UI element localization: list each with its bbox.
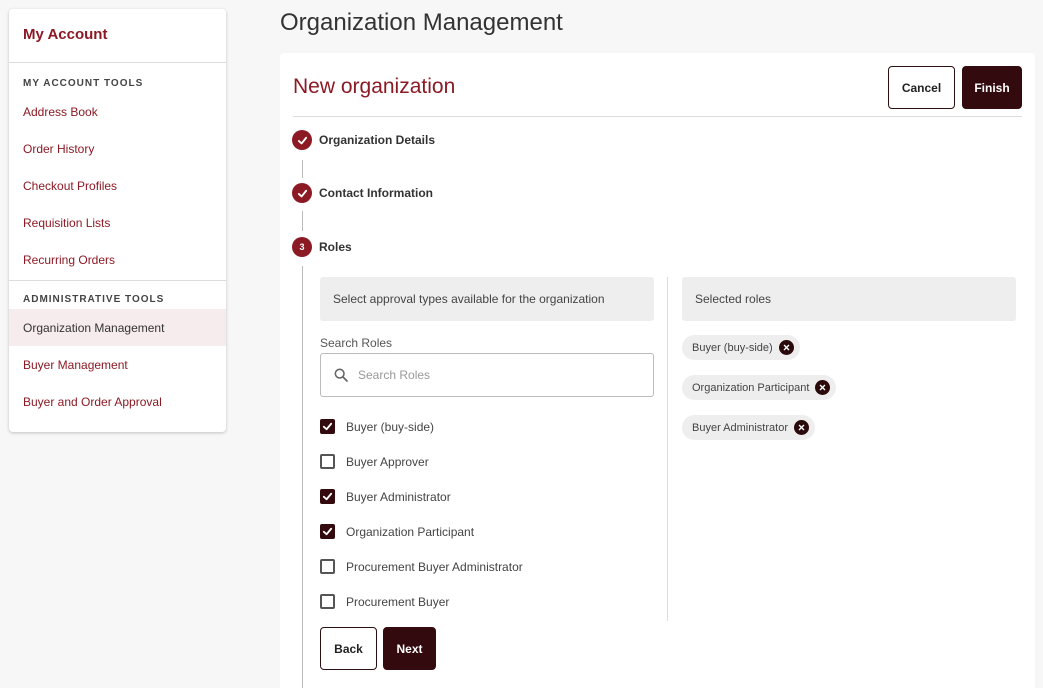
remove-chip-icon[interactable] xyxy=(815,380,831,395)
step-label: Roles xyxy=(319,240,352,254)
sidebar-item-address-book[interactable]: Address Book xyxy=(9,93,226,130)
check-icon xyxy=(322,527,333,536)
search-roles-label: Search Roles xyxy=(320,336,393,350)
step-connector xyxy=(302,160,303,178)
role-option-label: Procurement Buyer xyxy=(346,594,450,609)
sidebar-section-heading: MY ACCOUNT TOOLS xyxy=(23,77,144,89)
card-title: New organization xyxy=(293,75,456,98)
role-option-procurement-buyer[interactable]: Procurement Buyer xyxy=(320,594,449,609)
account-sidebar: My Account MY ACCOUNT TOOLS Address Book… xyxy=(9,9,226,432)
remove-chip-icon[interactable] xyxy=(778,340,794,355)
check-icon xyxy=(292,183,312,203)
role-option-buyer-administrator[interactable]: Buyer Administrator xyxy=(320,489,451,504)
checkbox[interactable] xyxy=(320,594,335,609)
search-roles-input[interactable] xyxy=(358,368,618,382)
selected-role-chip: Buyer Administrator xyxy=(682,415,815,440)
panel-divider xyxy=(667,277,668,621)
step-connector xyxy=(302,211,303,231)
search-roles-field[interactable] xyxy=(320,353,654,397)
check-icon xyxy=(322,492,333,501)
sidebar-item-order-history[interactable]: Order History xyxy=(9,130,226,167)
search-icon xyxy=(334,368,348,382)
checkbox[interactable] xyxy=(320,454,335,469)
checkbox[interactable] xyxy=(320,524,335,539)
checkbox[interactable] xyxy=(320,489,335,504)
sidebar-item-recurring-orders[interactable]: Recurring Orders xyxy=(9,241,226,278)
remove-chip-icon[interactable] xyxy=(793,420,809,435)
check-icon xyxy=(292,130,312,150)
chip-label: Organization Participant xyxy=(692,381,810,394)
checkbox[interactable] xyxy=(320,419,335,434)
step-label: Contact Information xyxy=(319,186,433,200)
sidebar-title[interactable]: My Account xyxy=(9,9,226,63)
role-option-label: Organization Participant xyxy=(346,524,475,539)
role-option-buyer-approver[interactable]: Buyer Approver xyxy=(320,454,429,469)
step-contact-information[interactable]: Contact Information xyxy=(292,183,433,203)
step-organization-details[interactable]: Organization Details xyxy=(292,130,435,150)
step-label: Organization Details xyxy=(319,133,436,147)
checkbox[interactable] xyxy=(320,559,335,574)
role-option-label: Procurement Buyer Administrator xyxy=(346,559,523,574)
selected-role-chip: Buyer (buy-side) xyxy=(682,335,800,360)
role-option-label: Buyer Approver xyxy=(346,454,429,469)
available-roles-header: Select approval types available for the … xyxy=(320,277,654,321)
chip-label: Buyer Administrator xyxy=(692,421,788,434)
page-title: Organization Management xyxy=(280,9,563,36)
sidebar-section-heading: ADMINISTRATIVE TOOLS xyxy=(23,293,165,305)
back-button[interactable]: Back xyxy=(320,627,377,670)
selected-roles-header: Selected roles xyxy=(682,277,1016,321)
cancel-button[interactable]: Cancel xyxy=(888,66,955,109)
sidebar-item-organization-management[interactable]: Organization Management xyxy=(9,309,226,346)
step-roles[interactable]: 3 Roles xyxy=(292,237,352,257)
step-connector xyxy=(302,266,303,688)
chip-label: Buyer (buy-side) xyxy=(692,341,773,354)
selected-role-chip: Organization Participant xyxy=(682,375,837,400)
role-option-label: Buyer (buy-side) xyxy=(346,419,435,434)
role-option-buyer-buy-side[interactable]: Buyer (buy-side) xyxy=(320,419,434,434)
sidebar-item-buyer-management[interactable]: Buyer Management xyxy=(9,346,226,383)
sidebar-item-requisition-lists[interactable]: Requisition Lists xyxy=(9,204,226,241)
sidebar-item-checkout-profiles[interactable]: Checkout Profiles xyxy=(9,167,226,204)
role-option-label: Buyer Administrator xyxy=(346,489,451,504)
finish-button[interactable]: Finish xyxy=(962,66,1022,109)
card-divider xyxy=(293,116,1022,117)
role-option-procurement-buyer-administrator[interactable]: Procurement Buyer Administrator xyxy=(320,559,523,574)
step-number-badge: 3 xyxy=(292,237,312,257)
check-icon xyxy=(322,422,333,431)
sidebar-item-buyer-order-approval[interactable]: Buyer and Order Approval xyxy=(9,383,226,420)
new-organization-card: New organization Cancel Finish Organizat… xyxy=(280,53,1035,688)
next-button[interactable]: Next xyxy=(383,627,436,670)
role-option-organization-participant[interactable]: Organization Participant xyxy=(320,524,474,539)
